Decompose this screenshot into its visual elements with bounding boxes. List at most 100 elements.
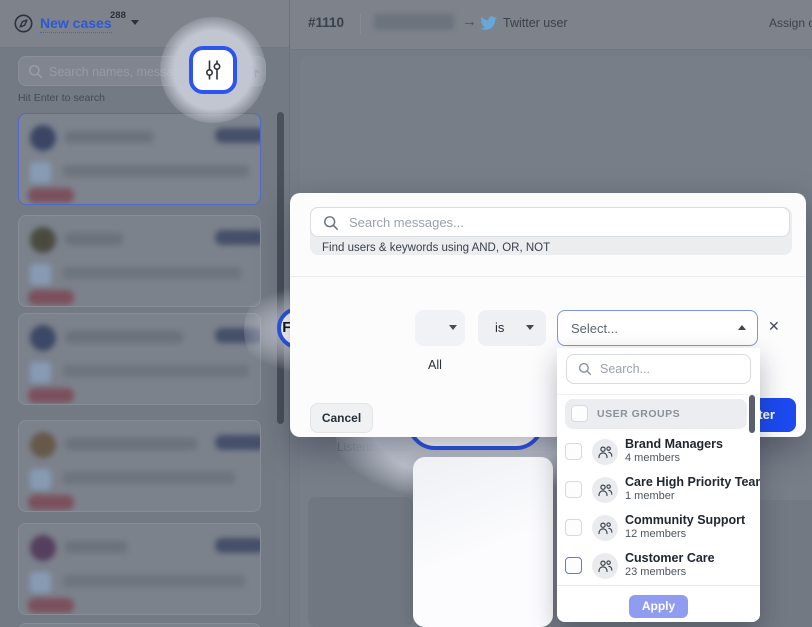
people-icon bbox=[597, 521, 613, 535]
search-syntax-hint: Find users & keywords using AND, OR, NOT bbox=[322, 242, 550, 254]
filter-icon-annotation[interactable] bbox=[189, 46, 237, 94]
search-icon bbox=[323, 215, 339, 231]
dropdown-footer: Apply bbox=[557, 585, 760, 622]
case-message-redacted bbox=[63, 472, 235, 484]
case-status-badge bbox=[215, 435, 261, 450]
case-tag bbox=[28, 188, 74, 203]
case-avatar bbox=[30, 125, 56, 151]
group-name: Brand Managers bbox=[625, 437, 723, 451]
case-card[interactable] bbox=[18, 313, 261, 405]
search-hint: Hit Enter to search bbox=[18, 92, 105, 104]
chevron-up-icon bbox=[738, 325, 746, 330]
case-message-redacted bbox=[63, 165, 249, 177]
view-title[interactable]: New cases bbox=[40, 15, 112, 33]
group-search-input[interactable]: Search... bbox=[566, 354, 751, 384]
case-card[interactable] bbox=[18, 523, 261, 615]
message-search-placeholder: Search messages... bbox=[349, 215, 464, 230]
group-header-row[interactable]: USER GROUPS bbox=[565, 399, 747, 429]
group-name: Care High Priority Teams bbox=[625, 475, 760, 489]
search-icon bbox=[578, 362, 592, 376]
chevron-down-icon bbox=[449, 325, 457, 330]
case-status-badge bbox=[215, 538, 261, 553]
user-group-item[interactable]: Brand Managers 4 members bbox=[557, 433, 760, 471]
field-menu-panel bbox=[413, 457, 553, 627]
twitter-icon bbox=[480, 16, 497, 30]
group-search-placeholder: Search... bbox=[600, 362, 650, 376]
value-select[interactable]: Select... bbox=[557, 310, 758, 346]
people-icon bbox=[597, 483, 613, 497]
arrow-icon: → bbox=[462, 13, 477, 30]
operator-value: is bbox=[495, 320, 504, 335]
group-member-count: 1 member bbox=[625, 490, 675, 502]
topbar-divider bbox=[360, 14, 361, 34]
case-tag bbox=[28, 388, 74, 403]
app-screen: New cases 288 Search names, messages... … bbox=[0, 0, 812, 627]
group-avatar bbox=[592, 439, 618, 465]
operator-select[interactable]: is bbox=[478, 310, 546, 346]
case-name-redacted bbox=[65, 233, 123, 245]
customer-name-redacted bbox=[374, 14, 454, 30]
case-channel-icon bbox=[30, 572, 51, 593]
group-avatar bbox=[592, 477, 618, 503]
apply-button[interactable]: Apply bbox=[629, 595, 688, 618]
user-group-item[interactable]: Care High Priority Teams 1 member bbox=[557, 471, 760, 509]
group-member-count: 12 members bbox=[625, 528, 686, 540]
case-message-redacted bbox=[63, 267, 241, 279]
value-select-placeholder: Select... bbox=[571, 321, 618, 336]
group-checkbox[interactable] bbox=[565, 519, 582, 536]
cancel-button[interactable]: Cancel bbox=[310, 403, 373, 433]
dropdown-divider bbox=[557, 394, 760, 395]
group-header-label: USER GROUPS bbox=[597, 408, 680, 420]
cases-compass-icon[interactable] bbox=[13, 13, 34, 34]
all-option[interactable]: All bbox=[428, 358, 442, 372]
case-count-badge: 288 bbox=[110, 10, 126, 21]
remove-filter-row-icon[interactable]: ✕ bbox=[768, 318, 780, 335]
message-search-input[interactable]: Search messages... bbox=[310, 207, 790, 237]
case-tag bbox=[28, 598, 74, 613]
case-tag bbox=[28, 495, 74, 510]
people-icon bbox=[597, 559, 613, 573]
group-member-count: 4 members bbox=[625, 452, 680, 464]
modal-divider bbox=[290, 276, 806, 277]
assign-case-button[interactable]: Assign ca bbox=[769, 16, 812, 30]
case-channel-icon bbox=[30, 162, 51, 183]
field-select-control[interactable] bbox=[415, 310, 465, 346]
user-group-item[interactable]: Community Support 12 members bbox=[557, 509, 760, 547]
group-name: Customer Care bbox=[625, 551, 715, 565]
group-name: Community Support bbox=[625, 513, 745, 527]
search-icon bbox=[28, 64, 43, 79]
case-channel-icon bbox=[30, 362, 51, 383]
case-tag bbox=[28, 290, 74, 305]
case-name-redacted bbox=[65, 331, 183, 343]
case-id: #1110 bbox=[308, 15, 344, 30]
case-channel-icon bbox=[30, 469, 51, 490]
chevron-down-icon bbox=[526, 325, 534, 330]
case-status-badge bbox=[215, 230, 261, 245]
select-all-checkbox[interactable] bbox=[571, 405, 588, 422]
background-card bbox=[308, 497, 413, 627]
case-channel-icon bbox=[30, 264, 51, 285]
case-message-redacted bbox=[63, 365, 249, 377]
group-checkbox[interactable] bbox=[565, 481, 582, 498]
group-avatar bbox=[592, 515, 618, 541]
view-caret-icon[interactable] bbox=[131, 20, 139, 25]
group-checkbox[interactable] bbox=[565, 557, 582, 574]
case-name-redacted bbox=[65, 131, 153, 143]
group-member-count: 23 members bbox=[625, 566, 686, 578]
case-card[interactable] bbox=[18, 420, 261, 512]
channel-label: Twitter user bbox=[503, 16, 568, 30]
user-group-item[interactable]: Customer Care 23 members bbox=[557, 547, 760, 585]
user-groups-dropdown: Search... USER GROUPS Brand Managers bbox=[557, 348, 760, 622]
case-avatar bbox=[30, 227, 56, 253]
case-name-redacted bbox=[65, 541, 127, 553]
case-name-redacted bbox=[65, 438, 197, 450]
case-card[interactable] bbox=[18, 113, 261, 205]
dropdown-scrollbar-thumb[interactable] bbox=[749, 395, 755, 433]
case-card[interactable] bbox=[18, 623, 261, 627]
case-card[interactable] bbox=[18, 215, 261, 307]
case-status-badge bbox=[215, 128, 261, 143]
case-avatar bbox=[30, 432, 56, 458]
group-checkbox[interactable] bbox=[565, 443, 582, 460]
message-search-block: Search messages... Find users & keywords… bbox=[310, 207, 792, 255]
sliders-icon bbox=[202, 58, 224, 82]
